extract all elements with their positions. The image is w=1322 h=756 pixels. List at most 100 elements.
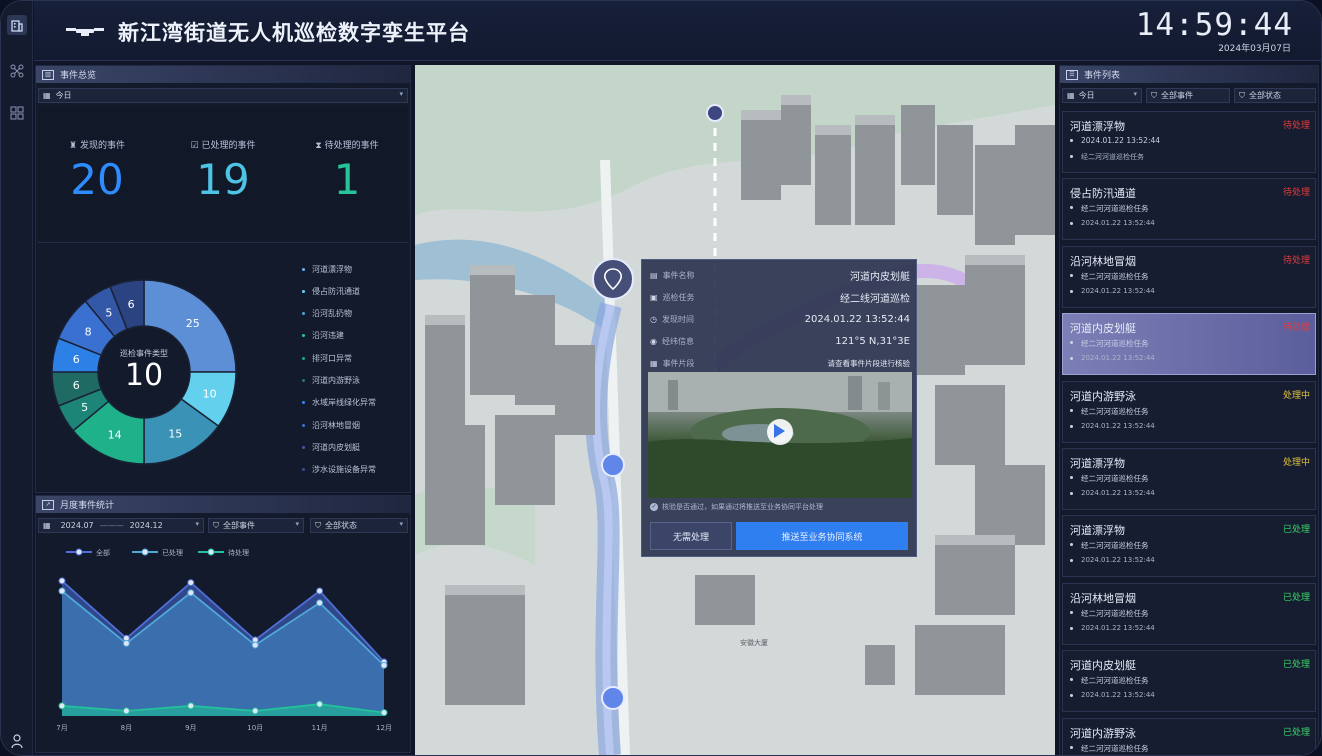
event-task: 经二河河道巡检任务 xyxy=(1081,743,1149,753)
popup-field-value: 经二线河道巡检 xyxy=(840,293,910,305)
popup-field-key: 事件片段 xyxy=(662,358,695,368)
event-time: 2024.01.22 13:52:44 xyxy=(1081,286,1155,295)
event-title: 河道内游野泳 xyxy=(1070,389,1136,403)
legend-label: 河道漂浮物 xyxy=(312,264,352,274)
events-type-filter[interactable]: ⛉ 全部事件 xyxy=(1146,88,1230,103)
legend-dot xyxy=(302,312,305,316)
donut-center-value: 10 xyxy=(124,358,164,393)
chart-x-tick: 10月 xyxy=(247,724,263,732)
events-date-filter[interactable]: ▦ 今日 ▾ xyxy=(1062,88,1142,103)
event-time: 2024.01.22 13:52:44 xyxy=(1081,136,1161,145)
popup-field: ▦ 事件片段 请查看事件片段进行核验 xyxy=(650,354,910,372)
popup-field-value: 河道内皮划艇 xyxy=(850,271,910,283)
person-icon[interactable] xyxy=(7,731,27,751)
status-filter[interactable]: ⛉ 全部状态 ▾ xyxy=(310,518,408,533)
event-card[interactable]: 沿河林地冒烟 已处理 经二河河道巡检任务 2024.01.22 13:52:44 xyxy=(1062,582,1316,645)
donut-slice-label: 10 xyxy=(203,387,217,400)
period-select[interactable]: ▦ 今日 ▾ xyxy=(38,88,408,103)
grid-icon[interactable] xyxy=(7,103,27,123)
events-title: 事件列表 xyxy=(1084,71,1121,81)
chart-x-tick: 7月 xyxy=(56,724,67,732)
monthly-area-chart: 全部 已处理 待处理 7月 8月 9月 10月 11月 12月 xyxy=(56,548,392,732)
event-card[interactable]: 河道内皮划艇 已处理 经二河河道巡检任务 2024.01.22 13:52:44 xyxy=(1062,650,1316,713)
event-card[interactable]: 河道内游野泳 处理中 经二河河道巡检任务 2024.01.22 13:52:44 xyxy=(1062,380,1316,443)
bullet-dot xyxy=(1070,559,1073,563)
chart-point xyxy=(58,587,66,595)
popup-field-value: 2024.01.22 13:52:44 xyxy=(804,313,910,325)
legend-item: 沿河乱扔物15 xyxy=(302,307,432,321)
overview-title-bar: ▥ 事件总览 xyxy=(36,66,410,83)
event-status: 已处理 xyxy=(1282,525,1310,536)
bullet-dot xyxy=(1070,424,1073,428)
bullet-dot xyxy=(1070,678,1073,682)
date-range-picker[interactable]: ▦ 2024.07 ——— 2024.12 ▾ xyxy=(38,518,204,533)
bullet-dot xyxy=(1070,408,1073,412)
chevron-down-icon: ▾ xyxy=(1133,90,1137,98)
clock-date: 2024年03月07日 xyxy=(1218,44,1291,54)
stat-found-value: 20 xyxy=(70,155,124,204)
chart-point xyxy=(187,579,195,587)
stat-pending: ⧗ 待处理的事件 1 xyxy=(292,138,402,204)
event-status: 待处理 xyxy=(1282,323,1310,334)
donut-slice-label: 5 xyxy=(81,401,88,414)
chevron-down-icon: ▾ xyxy=(399,90,403,98)
event-card[interactable]: 河道漂浮物 处理中 经二河河道巡检任务 2024.01.22 13:52:44 xyxy=(1062,448,1316,510)
donut-slice-label: 15 xyxy=(168,427,182,440)
chart-point xyxy=(187,589,195,597)
event-card[interactable]: 侵占防汛通道 待处理 经二河河道巡检任务 2024.01.22 13:52:44 xyxy=(1062,178,1316,241)
legend-dot xyxy=(302,356,305,360)
event-status: 已处理 xyxy=(1282,727,1310,738)
event-status: 已处理 xyxy=(1282,592,1310,603)
event-card[interactable]: 河道内皮划艇 待处理 经二河河道巡检任务 2024.01.22 13:52:44 xyxy=(1062,313,1316,376)
legend-dot xyxy=(302,423,305,427)
film-icon: ▦ xyxy=(650,358,658,368)
legend-dot xyxy=(302,445,305,449)
legend-label: 沿河违建 xyxy=(312,331,344,341)
event-time: 2024.01.22 13:52:44 xyxy=(1081,354,1155,363)
stat-handled-label: 已处理的事件 xyxy=(201,141,256,151)
range-start: 2024.07 xyxy=(60,521,94,530)
event-task: 经二河河道巡检任务 xyxy=(1081,271,1149,281)
event-title: 河道漂浮物 xyxy=(1070,524,1125,538)
chevron-down-icon: ▾ xyxy=(399,520,403,528)
event-detail-popup: ▤ 事件名称 河道内皮划艇 ▣ 巡检任务 经二线河道巡检 ◷ 发现时间 2024.01.22 1… xyxy=(641,259,917,557)
event-card[interactable]: 河道漂浮物 已处理 经二河河道巡检任务 2024.01.22 13:52:44 xyxy=(1062,515,1316,578)
tag-icon: ▤ xyxy=(650,270,658,280)
legend-dot xyxy=(302,401,305,405)
push-to-system-button[interactable]: 推送至业务协同系统 xyxy=(736,522,908,550)
event-title: 河道内游野泳 xyxy=(1070,726,1136,740)
legend-item: 侵占防汛通道10 xyxy=(302,284,432,298)
drone-icon[interactable] xyxy=(7,61,27,81)
chart-point xyxy=(380,709,388,717)
building-icon[interactable] xyxy=(7,15,27,35)
monthly-title: 月度事件统计 xyxy=(60,501,115,511)
list-icon: ☰ xyxy=(1066,69,1078,80)
overview-title: 事件总览 xyxy=(60,71,97,81)
stat-found-label: 发现的事件 xyxy=(79,141,125,151)
popup-field-value: 请查看事件片段进行核验 xyxy=(827,358,911,368)
hourglass-icon: ⧗ xyxy=(315,141,322,151)
popup-field: ▤ 事件名称 河道内皮划艇 xyxy=(650,266,910,284)
no-action-button[interactable]: 无需处理 xyxy=(650,522,732,550)
chart-point xyxy=(58,702,66,710)
svg-text:已处理: 已处理 xyxy=(162,548,183,557)
event-card[interactable]: 河道漂浮物 待处理 2024.01.22 13:52:44 经二河河道巡检任务 xyxy=(1062,111,1316,173)
event-card[interactable]: 沿河林地冒烟 待处理 经二河河道巡检任务 2024.01.22 13:52:44 xyxy=(1062,245,1316,308)
event-type-filter[interactable]: ⛉ 全部事件 ▾ xyxy=(208,518,304,533)
event-video-clip[interactable] xyxy=(648,372,912,498)
event-card[interactable]: 河道内游野泳已处理经二河河道巡检任务2024.01.22 13:52:44 xyxy=(1062,717,1316,755)
svg-text:全部: 全部 xyxy=(96,548,110,557)
chart-legend-item: 全部 xyxy=(66,548,110,557)
chart-legend-item: 待处理 xyxy=(198,548,249,557)
event-status: 处理中 xyxy=(1282,458,1310,468)
filter-icon: ⛉ xyxy=(1239,90,1245,100)
filter-icon: ⛉ xyxy=(315,520,321,530)
event-task: 经二河河道巡检任务 xyxy=(1081,339,1149,349)
play-icon[interactable] xyxy=(774,424,785,438)
event-task: 经二河河道巡检任务 xyxy=(1081,474,1149,483)
chart-x-tick: 12月 xyxy=(376,724,392,732)
bullet-dot xyxy=(1070,543,1073,547)
events-status-filter[interactable]: ⛉ 全部状态 xyxy=(1234,88,1316,103)
bullet-dot xyxy=(1070,222,1073,226)
donut-slice-label: 5 xyxy=(105,307,112,320)
